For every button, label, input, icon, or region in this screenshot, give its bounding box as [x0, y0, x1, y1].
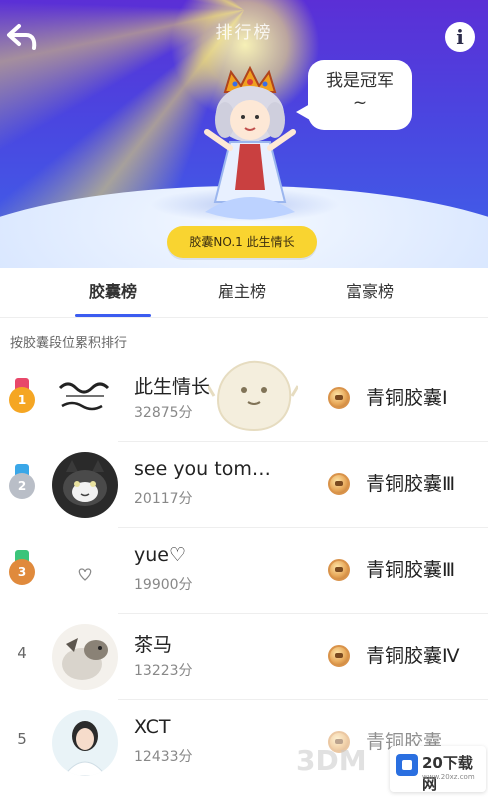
user-score: 32875分	[134, 405, 193, 421]
hero-banner: 排行榜 i 我是冠军 ~ 胶囊NO.1 此生情长	[0, 0, 488, 268]
bronze-medal-icon: 3	[9, 550, 35, 586]
capsule-icon	[328, 559, 350, 581]
user-name: XCT	[134, 716, 171, 738]
capsule-icon	[328, 387, 350, 409]
user-score: 20117分	[134, 491, 193, 507]
user-score: 12433分	[134, 749, 193, 765]
champion-avatar	[204, 65, 296, 220]
capsule-icon	[328, 645, 350, 667]
user-name: see you tom…	[134, 458, 271, 480]
rank-number: 3	[9, 559, 35, 585]
rank-number: 4	[17, 644, 27, 662]
tier-badge: 青铜胶囊Ⅳ	[328, 642, 488, 672]
silver-medal-icon: 2	[9, 464, 35, 500]
back-arrow-icon[interactable]	[6, 20, 40, 54]
user-score: 13223分	[134, 663, 193, 679]
rank-number: 1	[9, 387, 35, 413]
tier-badge: 青铜胶囊Ⅲ	[328, 470, 488, 500]
info-button[interactable]: i	[445, 22, 475, 52]
speech-text: 我是冠军 ~	[326, 71, 394, 113]
avatar[interactable]	[52, 624, 118, 690]
list-item[interactable]: 3 yue♡ 19900分 青铜胶囊Ⅲ	[0, 528, 488, 614]
rank-number: 5	[17, 730, 27, 748]
tab-capsule[interactable]: 胶囊榜	[63, 268, 163, 318]
watermark-3dm: 3DM	[296, 744, 367, 777]
user-name: yue♡	[134, 544, 187, 566]
page-title: 排行榜	[215, 23, 273, 43]
speech-bubble: 我是冠军 ~	[296, 60, 412, 130]
active-tab-indicator	[75, 314, 151, 317]
tab-employer[interactable]: 雇主榜	[192, 268, 292, 318]
gold-medal-icon: 1	[9, 378, 35, 414]
tab-rich[interactable]: 富豪榜	[320, 268, 420, 318]
user-name: 茶马	[134, 634, 173, 656]
avatar[interactable]	[52, 452, 118, 518]
list-item[interactable]: 2 see you tom… 20117分 青铜胶囊Ⅲ	[0, 442, 488, 528]
capsule-icon	[328, 473, 350, 495]
avatar[interactable]	[52, 366, 118, 432]
tier-label: 青铜胶囊Ⅲ	[366, 473, 456, 495]
champion-badge: 胶囊NO.1 此生情长	[167, 226, 317, 258]
tier-label: 青铜胶囊Ⅰ	[366, 387, 448, 409]
avatar[interactable]	[52, 710, 118, 776]
list-item[interactable]: 4 茶马 13223分 青铜胶囊Ⅳ	[0, 614, 488, 700]
rank-number: 2	[9, 473, 35, 499]
watermark-20xz: 20下载网 www.20xz.com	[390, 746, 486, 793]
section-caption: 按胶囊段位累积排行	[10, 336, 128, 351]
tier-badge: 青铜胶囊Ⅰ	[328, 384, 488, 414]
tier-badge: 青铜胶囊Ⅲ	[328, 556, 488, 586]
avatar[interactable]	[52, 538, 118, 604]
watermark-logo-icon	[396, 754, 418, 776]
leaderboard-tabs: 胶囊榜 雇主榜 富豪榜	[0, 268, 488, 318]
tier-label: 青铜胶囊Ⅲ	[366, 559, 456, 581]
tier-label: 青铜胶囊Ⅳ	[366, 645, 460, 667]
user-score: 19900分	[134, 577, 193, 593]
mascot-icon	[208, 360, 298, 432]
watermark-url: www.20xz.com	[422, 773, 475, 781]
